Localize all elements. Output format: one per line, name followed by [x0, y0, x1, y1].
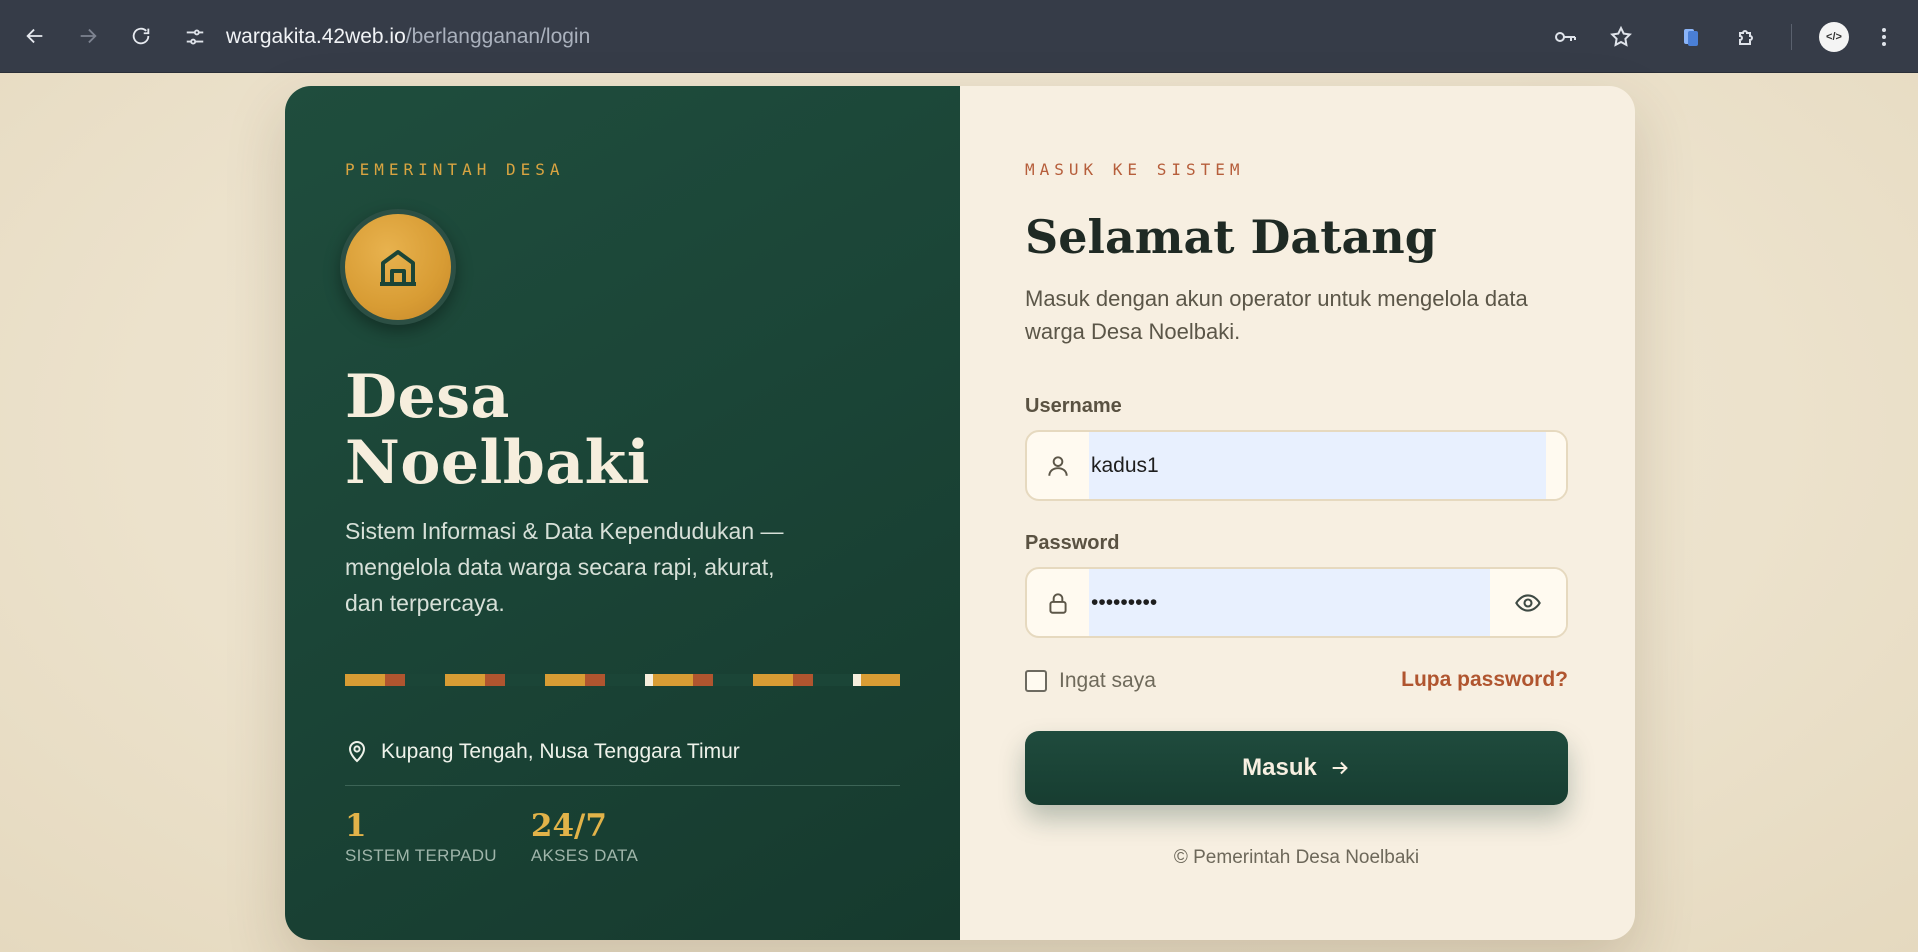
pattern-segment: [861, 674, 900, 686]
password-manager-button[interactable]: [1543, 15, 1587, 59]
pattern-segment: [813, 674, 853, 686]
remember-me[interactable]: Ingat saya: [1025, 669, 1156, 693]
stat-value: 1: [345, 808, 367, 844]
branding-panel: PEMERINTAH DESA Desa Noelbaki Sistem Inf…: [285, 86, 960, 940]
decorative-pattern: [345, 674, 900, 686]
stat-integrated-system: 1 SISTEM TERPADU: [345, 808, 497, 866]
remember-checkbox[interactable]: [1025, 670, 1047, 692]
map-pin-icon: [348, 741, 366, 763]
browser-actions: </>: [1531, 0, 1918, 73]
username-input[interactable]: [1089, 432, 1546, 499]
pattern-segment: [385, 674, 405, 686]
extensions-puzzle-icon: [1739, 29, 1753, 45]
username-pad: [1546, 432, 1566, 499]
toggle-password-button[interactable]: [1490, 569, 1566, 636]
forward-button[interactable]: [68, 16, 108, 56]
arrow-right-icon: [1332, 761, 1348, 775]
login-form-panel: MASUK KE SISTEM Selamat Datang Masuk den…: [960, 86, 1635, 940]
pattern-segment: [345, 674, 385, 686]
form-subtitle: Masuk dengan akun operator untuk mengelo…: [1025, 286, 1528, 344]
menu-kebab-icon: [1882, 27, 1886, 46]
location: Kupang Tengah, Nusa Tenggara Timur: [345, 740, 740, 764]
branding-eyebrow: PEMERINTAH DESA: [345, 160, 565, 179]
profile-button[interactable]: </>: [1812, 15, 1856, 59]
forward-icon: [80, 28, 97, 44]
username-label: Username: [1025, 395, 1122, 417]
username-field[interactable]: [1025, 430, 1568, 501]
password-input[interactable]: [1089, 569, 1490, 636]
browser-menu-button[interactable]: [1862, 15, 1906, 59]
login-card: PEMERINTAH DESA Desa Noelbaki Sistem Inf…: [285, 86, 1635, 940]
site-settings-icon[interactable]: [184, 26, 206, 48]
bookmark-button[interactable]: [1599, 15, 1643, 59]
toolbar-separator: [1791, 23, 1792, 50]
village-emblem: [340, 209, 456, 325]
emblem-inner: [345, 214, 451, 320]
remember-label: Ingat saya: [1059, 669, 1156, 692]
reload-button[interactable]: [121, 16, 161, 56]
bookmark-star-icon: [1610, 25, 1632, 47]
address-bar[interactable]: wargakita.42web.io/berlangganan/login: [184, 17, 1584, 57]
pattern-segment: [505, 674, 545, 686]
pattern-segment: [405, 674, 445, 686]
pattern-segment: [485, 674, 505, 686]
pattern-segment: [753, 674, 793, 686]
eye-icon: [1515, 593, 1541, 612]
pattern-segment: [605, 674, 645, 686]
stat-value: 24/7: [530, 808, 607, 844]
password-field[interactable]: [1025, 567, 1568, 638]
password-label: Password: [1025, 532, 1120, 554]
location-text: Kupang Tengah, Nusa Tenggara Timur: [381, 740, 740, 763]
url-host: wargakita.42web.io: [226, 25, 406, 48]
copyright: © Pemerintah Desa Noelbaki: [1173, 847, 1420, 868]
back-icon: [26, 28, 43, 44]
form-title: Selamat Datang: [1025, 210, 1437, 264]
pattern-segment: [793, 674, 813, 686]
stat-label: SISTEM TERPADU: [345, 846, 497, 865]
lock-icon: [1049, 592, 1067, 614]
stats-row: 1 SISTEM TERPADU 24/7 AKSES DATA: [345, 808, 672, 866]
extension-docs-button[interactable]: [1669, 15, 1713, 59]
form-eyebrow: MASUK KE SISTEM: [1025, 160, 1245, 179]
password-lead: [1027, 569, 1089, 636]
url-path: /berlangganan/login: [405, 25, 591, 48]
village-tagline: Sistem Informasi & Data Kependudukan — m…: [345, 518, 784, 616]
village-name: Desa Noelbaki: [345, 364, 650, 496]
extensions-button[interactable]: [1725, 15, 1769, 59]
pattern-segment: [645, 674, 653, 686]
stats-divider: [345, 785, 900, 786]
village-name-line1: Desa: [345, 362, 510, 432]
login-button[interactable]: Masuk: [1025, 731, 1568, 805]
village-name-line2: Noelbaki: [345, 428, 651, 498]
page-background: PEMERINTAH DESA Desa Noelbaki Sistem Inf…: [0, 73, 1918, 952]
pattern-segment: [853, 674, 861, 686]
login-button-label: Masuk: [1242, 754, 1317, 781]
pattern-segment: [545, 674, 585, 686]
profile-avatar: </>: [1819, 21, 1849, 52]
extension-docs-icon: [1684, 28, 1698, 46]
pattern-segment: [713, 674, 753, 686]
user-icon: [1048, 455, 1068, 476]
password-key-icon: [1555, 31, 1576, 42]
username-lead: [1027, 432, 1089, 499]
browser-toolbar: wargakita.42web.io/berlangganan/login </…: [0, 0, 1918, 73]
forgot-password-link[interactable]: Lupa password?: [1401, 668, 1568, 692]
stat-label: AKSES DATA: [530, 846, 639, 865]
pattern-segment: [445, 674, 485, 686]
pattern-segment: [653, 674, 693, 686]
pattern-segment: [693, 674, 713, 686]
stat-data-access: 24/7 AKSES DATA: [531, 808, 638, 866]
back-button[interactable]: [15, 16, 55, 56]
reload-icon: [132, 27, 150, 45]
house-icon: [380, 250, 416, 286]
pattern-segment: [585, 674, 605, 686]
